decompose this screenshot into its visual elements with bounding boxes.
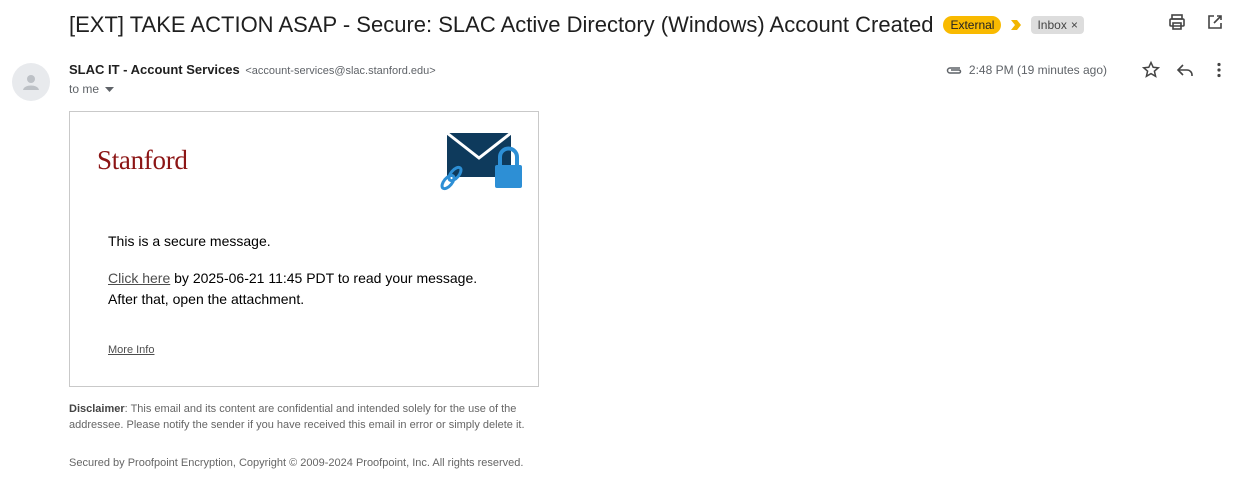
print-icon[interactable] xyxy=(1167,12,1187,32)
sender-email: <account-services@slac.stanford.edu> xyxy=(245,65,436,77)
stanford-logo: Stanford xyxy=(97,145,188,175)
click-here-link[interactable]: Click here xyxy=(108,270,170,286)
sender-name[interactable]: SLAC IT - Account Services xyxy=(69,62,240,77)
disclaimer: Disclaimer: This email and its content a… xyxy=(69,401,541,433)
remove-label-icon[interactable]: × xyxy=(1071,18,1078,32)
secure-message-text: This is a secure message. xyxy=(108,233,271,249)
message-meta: 2:48 PM (19 minutes ago) xyxy=(945,60,1229,80)
secure-envelope-icon xyxy=(438,130,524,192)
importance-marker-icon[interactable] xyxy=(1009,18,1023,32)
reply-icon[interactable] xyxy=(1175,60,1195,80)
attachment-instruction: After that, open the attachment. xyxy=(108,291,305,307)
email-subject: [EXT] TAKE ACTION ASAP - Secure: SLAC Ac… xyxy=(69,12,934,37)
more-vert-icon[interactable] xyxy=(1209,60,1229,80)
subject-row: [EXT] TAKE ACTION ASAP - Secure: SLAC Ac… xyxy=(69,8,1239,42)
recipient-text: to me xyxy=(69,82,100,96)
timestamp: 2:48 PM (19 minutes ago) xyxy=(968,63,1107,77)
sender-avatar[interactable] xyxy=(12,63,50,101)
inbox-label: Inbox × xyxy=(1031,16,1084,34)
read-instructions: Click here by 2025-06-21 11:45 PDT to re… xyxy=(108,268,477,310)
more-info-link[interactable]: More Info xyxy=(108,344,154,356)
inbox-label-text: Inbox xyxy=(1037,18,1067,32)
secure-message-card: Stanford This is a secure message. Click… xyxy=(69,111,539,387)
open-in-new-window-icon[interactable] xyxy=(1205,12,1225,32)
top-actions xyxy=(1167,12,1225,32)
deadline-text: by 2025-06-21 11:45 PDT to read your mes… xyxy=(170,270,478,286)
chevron-down-icon[interactable] xyxy=(105,82,115,96)
star-icon[interactable] xyxy=(1141,60,1161,80)
disclaimer-text: : This email and its content are confide… xyxy=(69,403,525,431)
external-label[interactable]: External xyxy=(943,16,1002,34)
attachment-icon xyxy=(945,64,963,76)
recipient-row[interactable]: to me xyxy=(69,82,115,96)
sender-row: SLAC IT - Account Services <account-serv… xyxy=(69,62,436,77)
proofpoint-notice: Secured by Proofpoint Encryption, Copyri… xyxy=(69,457,524,469)
disclaimer-label: Disclaimer xyxy=(69,403,125,415)
